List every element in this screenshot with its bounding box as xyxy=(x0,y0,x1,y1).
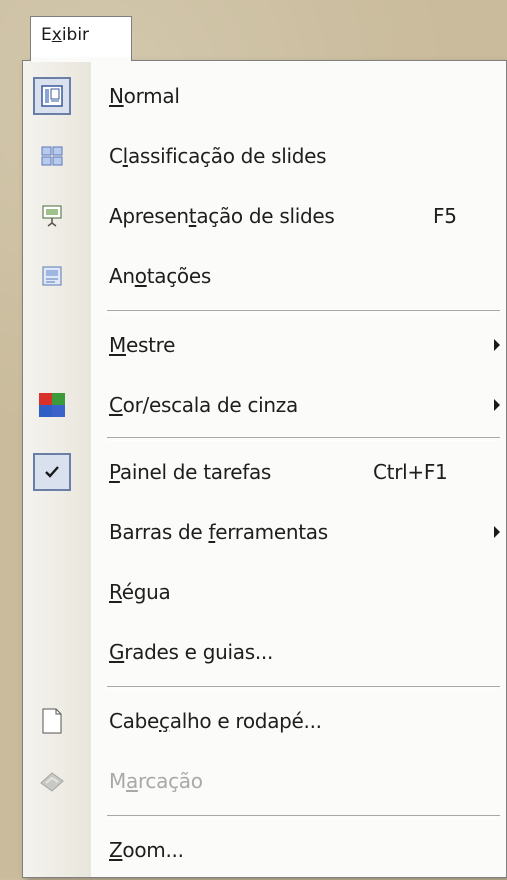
menu-item-task-pane[interactable]: Painel de tarefas Ctrl+F1 xyxy=(23,442,506,502)
submenu-arrow-icon xyxy=(494,399,500,411)
menu-item-master[interactable]: Mestre xyxy=(23,315,506,375)
menu-item-label: Cor/escala de cinza xyxy=(109,393,298,417)
menu-item-normal[interactable]: Normal xyxy=(23,66,506,126)
menu-item-zoom[interactable]: Zoom... xyxy=(23,820,506,880)
header-footer-icon xyxy=(33,702,71,740)
menu-item-label: Classificação de slides xyxy=(109,144,327,168)
menu-item-markup[interactable]: Marcação xyxy=(23,751,506,811)
view-dropdown-menu: Normal Classificação de slides Apresenta… xyxy=(22,60,507,878)
menu-item-label: Normal xyxy=(109,84,180,108)
menu-separator xyxy=(107,310,500,314)
menu-item-label: Mestre xyxy=(109,333,176,357)
submenu-arrow-icon xyxy=(494,526,500,538)
menu-item-toolbars[interactable]: Barras de ferramentas xyxy=(23,502,506,562)
menu-item-header-footer[interactable]: Cabeçalho e rodapé... xyxy=(23,691,506,751)
menu-item-label: Cabeçalho e rodapé... xyxy=(109,709,322,733)
menu-separator xyxy=(107,437,500,441)
notes-page-icon xyxy=(33,257,71,295)
submenu-arrow-icon xyxy=(494,339,500,351)
menu-separator xyxy=(107,686,500,690)
menu-item-label: Régua xyxy=(109,580,171,604)
menu-item-label: Apresentação de slides xyxy=(109,204,335,228)
shortcut-label: Ctrl+F1 xyxy=(373,460,448,484)
shortcut-label: F5 xyxy=(433,204,457,228)
normal-view-icon xyxy=(33,77,71,115)
menu-item-label: Zoom... xyxy=(109,838,184,862)
menu-exibir[interactable]: Exibir xyxy=(30,16,132,62)
menu-exibir-label: Exibir xyxy=(41,25,90,45)
menu-tab-join xyxy=(31,59,131,62)
menu-item-notes-page[interactable]: Anotações xyxy=(23,246,506,306)
markup-icon xyxy=(33,762,71,800)
slide-sorter-icon xyxy=(33,137,71,175)
menu-item-ruler[interactable]: Régua xyxy=(23,562,506,622)
menu-item-label: Grades e guias... xyxy=(109,640,273,664)
menu-item-color-grayscale[interactable]: Cor/escala de cinza xyxy=(23,375,506,435)
menu-item-label: Marcação xyxy=(109,769,203,793)
color-grayscale-icon xyxy=(33,386,71,424)
menu-separator xyxy=(107,815,500,819)
menu-item-label: Painel de tarefas xyxy=(109,460,272,484)
menu-item-slide-sorter[interactable]: Classificação de slides xyxy=(23,126,506,186)
menu-item-slide-show[interactable]: Apresentação de slides F5 xyxy=(23,186,506,246)
menu-item-grid-guides[interactable]: Grades e guias... xyxy=(23,622,506,682)
menu-item-label: Barras de ferramentas xyxy=(109,520,328,544)
menu-item-label: Anotações xyxy=(109,264,211,288)
slide-show-icon xyxy=(33,197,71,235)
check-icon xyxy=(33,453,71,491)
